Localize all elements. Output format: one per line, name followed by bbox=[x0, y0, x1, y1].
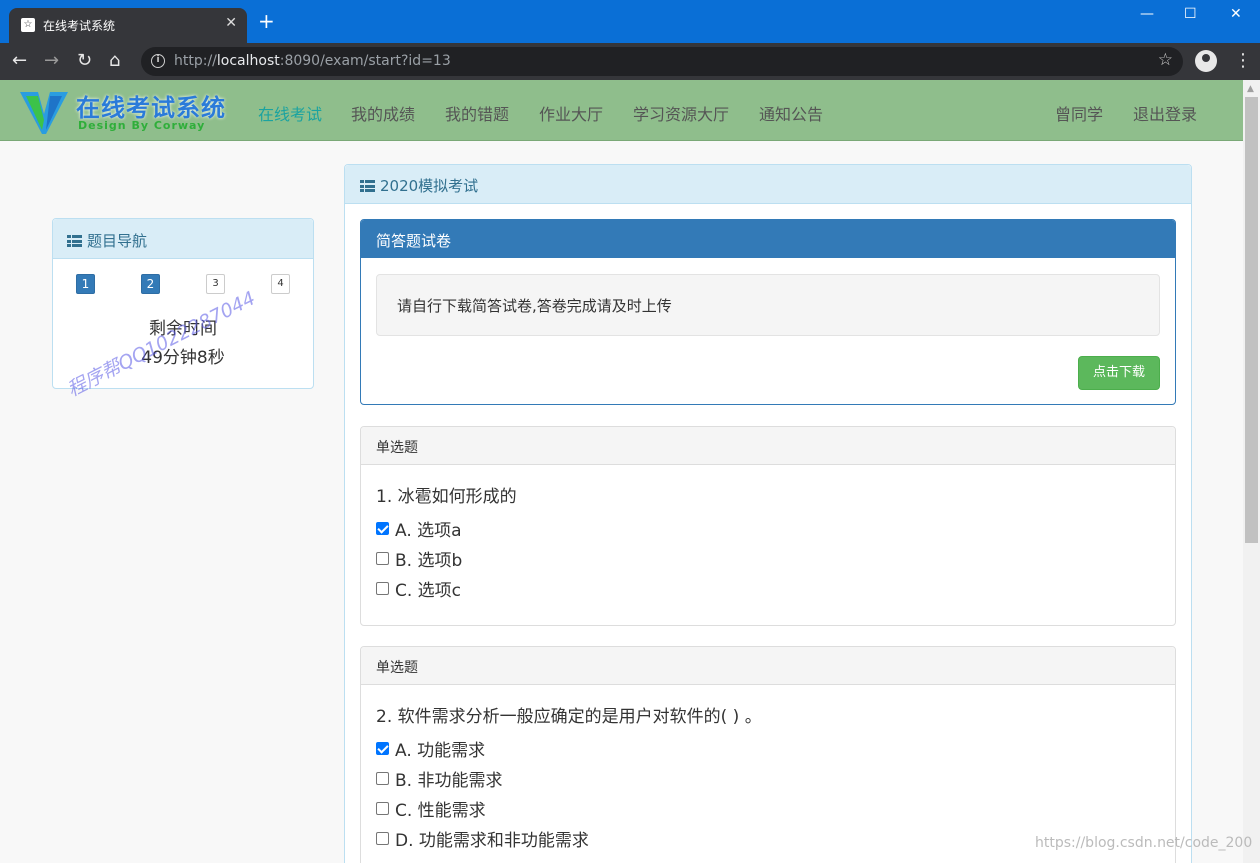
essay-section: 简答题试卷 请自行下载简答试卷,答卷完成请及时上传 点击下载 bbox=[360, 219, 1176, 405]
site-navbar: 在线考试系统 Design By Corway 在线考试 我的成绩 我的错题 作… bbox=[0, 80, 1243, 141]
scroll-up-icon[interactable]: ▲ bbox=[1247, 84, 1254, 94]
option-label: B. 选项b bbox=[395, 551, 463, 571]
browser-titlebar: ☆ 在线考试系统 ✕ + — ☐ ✕ bbox=[0, 0, 1260, 43]
back-icon[interactable]: ← bbox=[12, 51, 27, 71]
option-label: C. 性能需求 bbox=[395, 801, 486, 821]
question-type: 单选题 bbox=[361, 427, 1175, 465]
url-scheme: http:// bbox=[174, 53, 217, 69]
question-nav-button-2[interactable]: 2 bbox=[141, 274, 160, 294]
nav-my-scores[interactable]: 我的成绩 bbox=[351, 101, 415, 125]
logo-icon[interactable] bbox=[18, 88, 70, 136]
minimize-button[interactable]: — bbox=[1140, 6, 1154, 22]
tab-close-icon[interactable]: ✕ bbox=[225, 15, 237, 31]
browser-menu-icon[interactable]: ⋮ bbox=[1234, 51, 1252, 71]
option-label: C. 选项c bbox=[395, 581, 462, 601]
checkbox[interactable] bbox=[376, 772, 389, 785]
question-nav-button-1[interactable]: 1 bbox=[76, 274, 95, 294]
browser-toolbar: ← → ↻ ⌂ i http://localhost:8090/exam/sta… bbox=[0, 43, 1260, 80]
browser-tab[interactable]: ☆ 在线考试系统 ✕ bbox=[9, 8, 247, 43]
bookmark-star-icon[interactable]: ☆ bbox=[1158, 50, 1173, 70]
list-icon bbox=[67, 235, 82, 247]
logout-link[interactable]: 退出登录 bbox=[1133, 101, 1197, 125]
address-bar[interactable]: i http://localhost:8090/exam/start?id=13… bbox=[141, 47, 1183, 76]
question-panel-1: 单选题 1. 冰雹如何形成的 A. 选项a B. 选项b C. 选项c bbox=[360, 426, 1176, 626]
new-tab-button[interactable]: + bbox=[258, 11, 275, 31]
question-nav-header: 题目导航 bbox=[53, 219, 313, 259]
url-host: localhost bbox=[216, 53, 280, 69]
tab-title: 在线考试系统 bbox=[43, 19, 116, 33]
url-path: :8090/exam/start?id=13 bbox=[279, 53, 451, 69]
option-1c[interactable]: C. 选项c bbox=[376, 576, 461, 601]
nav-resources-hall[interactable]: 学习资源大厅 bbox=[633, 101, 729, 125]
checkbox[interactable] bbox=[376, 802, 389, 815]
logo-title: 在线考试系统 bbox=[76, 94, 226, 122]
favicon-icon: ☆ bbox=[21, 18, 35, 32]
option-label: B. 非功能需求 bbox=[395, 771, 503, 791]
profile-avatar-icon[interactable] bbox=[1195, 50, 1217, 72]
question-nav-button-3[interactable]: 3 bbox=[206, 274, 225, 294]
checkbox-checked[interactable] bbox=[376, 522, 389, 535]
nav-notices[interactable]: 通知公告 bbox=[759, 101, 823, 125]
close-window-button[interactable]: ✕ bbox=[1230, 6, 1242, 22]
question-nav-title: 题目导航 bbox=[87, 232, 148, 250]
option-2d[interactable]: D. 功能需求和非功能需求 bbox=[376, 826, 589, 851]
option-2c[interactable]: C. 性能需求 bbox=[376, 796, 486, 821]
download-button[interactable]: 点击下载 bbox=[1078, 356, 1160, 390]
checkbox-checked[interactable] bbox=[376, 742, 389, 755]
option-2b[interactable]: B. 非功能需求 bbox=[376, 766, 502, 791]
question-text: 1. 冰雹如何形成的 bbox=[376, 487, 517, 507]
nav-online-exam[interactable]: 在线考试 bbox=[258, 101, 322, 125]
reload-icon[interactable]: ↻ bbox=[77, 51, 92, 71]
home-icon[interactable]: ⌂ bbox=[109, 51, 120, 71]
scroll-thumb[interactable] bbox=[1245, 97, 1258, 543]
question-panel-2: 单选题 2. 软件需求分析一般应确定的是用户对软件的( ) 。 A. 功能需求 … bbox=[360, 646, 1176, 863]
option-1a[interactable]: A. 选项a bbox=[376, 516, 462, 541]
checkbox[interactable] bbox=[376, 832, 389, 845]
question-type: 单选题 bbox=[361, 647, 1175, 685]
checkbox[interactable] bbox=[376, 582, 389, 595]
info-icon[interactable]: i bbox=[151, 54, 165, 68]
list-icon bbox=[360, 180, 375, 192]
page-watermark: https://blog.csdn.net/code_200 bbox=[1035, 835, 1253, 851]
exam-panel: 2020模拟考试 简答题试卷 请自行下载简答试卷,答卷完成请及时上传 点击下载 … bbox=[344, 164, 1192, 863]
logo-subtitle: Design By Corway bbox=[78, 119, 206, 132]
nav-homework-hall[interactable]: 作业大厅 bbox=[539, 101, 603, 125]
maximize-button[interactable]: ☐ bbox=[1184, 6, 1197, 22]
option-1b[interactable]: B. 选项b bbox=[376, 546, 462, 571]
url-text[interactable]: http://localhost:8090/exam/start?id=13 bbox=[174, 53, 451, 69]
exam-panel-header: 2020模拟考试 bbox=[345, 165, 1191, 204]
option-label: A. 功能需求 bbox=[395, 741, 486, 761]
option-label: A. 选项a bbox=[395, 521, 462, 541]
page-scrollbar[interactable]: ▲ bbox=[1243, 80, 1260, 863]
question-text: 2. 软件需求分析一般应确定的是用户对软件的( ) 。 bbox=[376, 707, 762, 727]
exam-title: 2020模拟考试 bbox=[380, 177, 479, 195]
option-label: D. 功能需求和非功能需求 bbox=[395, 831, 589, 851]
question-nav-button-4[interactable]: 4 bbox=[271, 274, 290, 294]
checkbox[interactable] bbox=[376, 552, 389, 565]
essay-title: 简答题试卷 bbox=[361, 220, 1175, 258]
nav-my-mistakes[interactable]: 我的错题 bbox=[445, 101, 509, 125]
essay-notice: 请自行下载简答试卷,答卷完成请及时上传 bbox=[376, 274, 1160, 336]
user-name-link[interactable]: 曾同学 bbox=[1055, 101, 1103, 125]
option-2a[interactable]: A. 功能需求 bbox=[376, 736, 485, 761]
forward-icon[interactable]: → bbox=[44, 51, 59, 71]
